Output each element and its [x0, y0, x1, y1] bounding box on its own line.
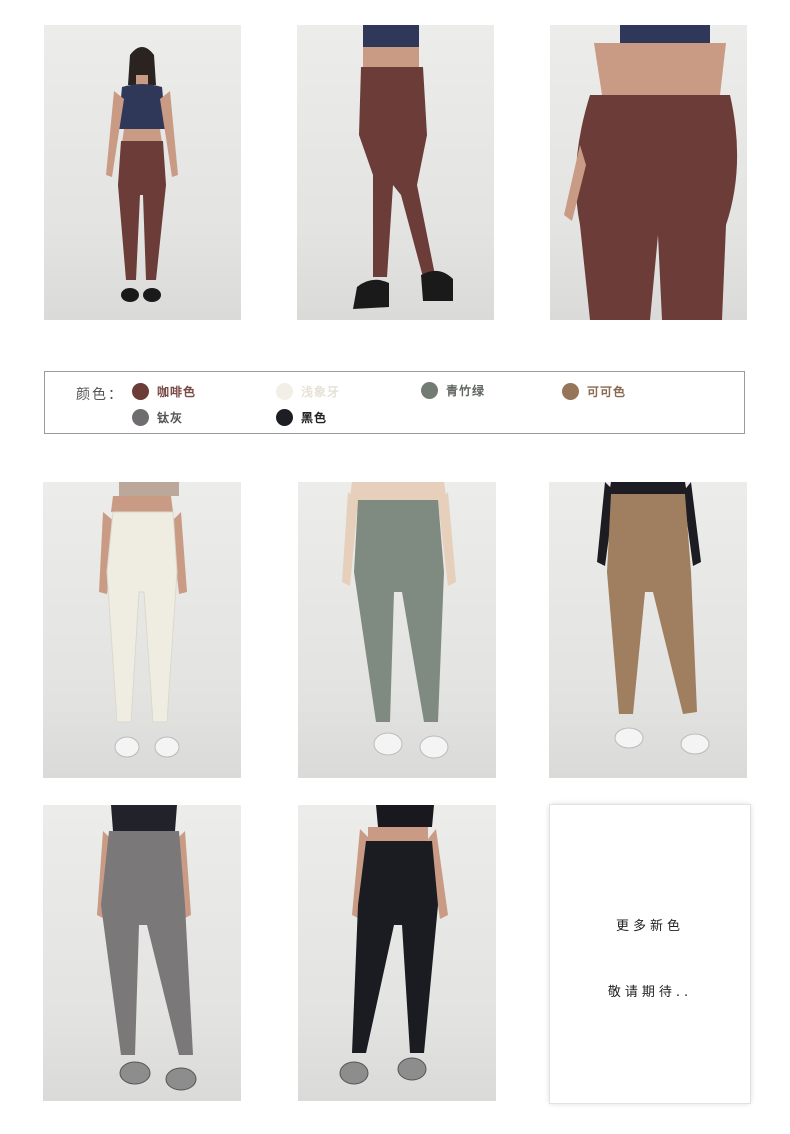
model-illustration — [99, 482, 187, 758]
swatch-coffee — [132, 383, 149, 400]
model-illustration — [97, 805, 197, 1091]
legend-title: 颜色： — [76, 387, 124, 403]
color-label: 可可色 — [587, 385, 627, 399]
coffee-side-photo — [297, 25, 494, 320]
swatch-titanium-grey — [132, 409, 149, 426]
model-illustration — [106, 47, 178, 302]
bamboo-green-legging-photo — [298, 482, 496, 778]
color-option-coffee[interactable]: 咖啡色 — [132, 383, 196, 400]
color-label: 钛灰 — [157, 411, 184, 425]
color-option-titanium-grey[interactable]: 钛灰 — [132, 409, 183, 426]
color-label: 黑色 — [301, 411, 328, 425]
coffee-back-photo — [550, 25, 747, 320]
coming-soon-line-1: 更多新色 — [615, 919, 684, 934]
ivory-legging-photo — [43, 482, 241, 778]
color-label: 咖啡色 — [157, 385, 197, 399]
swatch-cocoa — [562, 383, 579, 400]
color-option-black[interactable]: 黑色 — [276, 409, 327, 426]
color-label: 浅象牙 — [301, 385, 341, 399]
model-illustration — [564, 25, 738, 320]
color-option-cocoa[interactable]: 可可色 — [562, 383, 626, 400]
color-label: 青竹绿 — [446, 384, 486, 398]
model-illustration — [353, 25, 453, 309]
coffee-full-body-photo — [44, 25, 241, 320]
model-illustration — [339, 805, 448, 1085]
swatch-ivory — [276, 383, 293, 400]
coming-soon-line-2: 敬请期待.. — [607, 985, 693, 1000]
model-illustration — [342, 482, 456, 759]
titanium-grey-legging-photo — [43, 805, 241, 1101]
color-options-panel: 颜色： 咖啡色 浅象牙 青竹绿 可可色 钛灰 黑色 — [44, 371, 745, 434]
cocoa-legging-photo — [549, 482, 747, 778]
color-option-bamboo-green[interactable]: 青竹绿 — [421, 382, 485, 399]
swatch-black — [276, 409, 293, 426]
black-legging-photo — [298, 805, 496, 1101]
color-option-ivory[interactable]: 浅象牙 — [276, 383, 340, 400]
coming-soon-card: 更多新色 敬请期待.. — [550, 805, 750, 1103]
swatch-bamboo-green — [421, 382, 438, 399]
model-illustration — [597, 482, 710, 755]
